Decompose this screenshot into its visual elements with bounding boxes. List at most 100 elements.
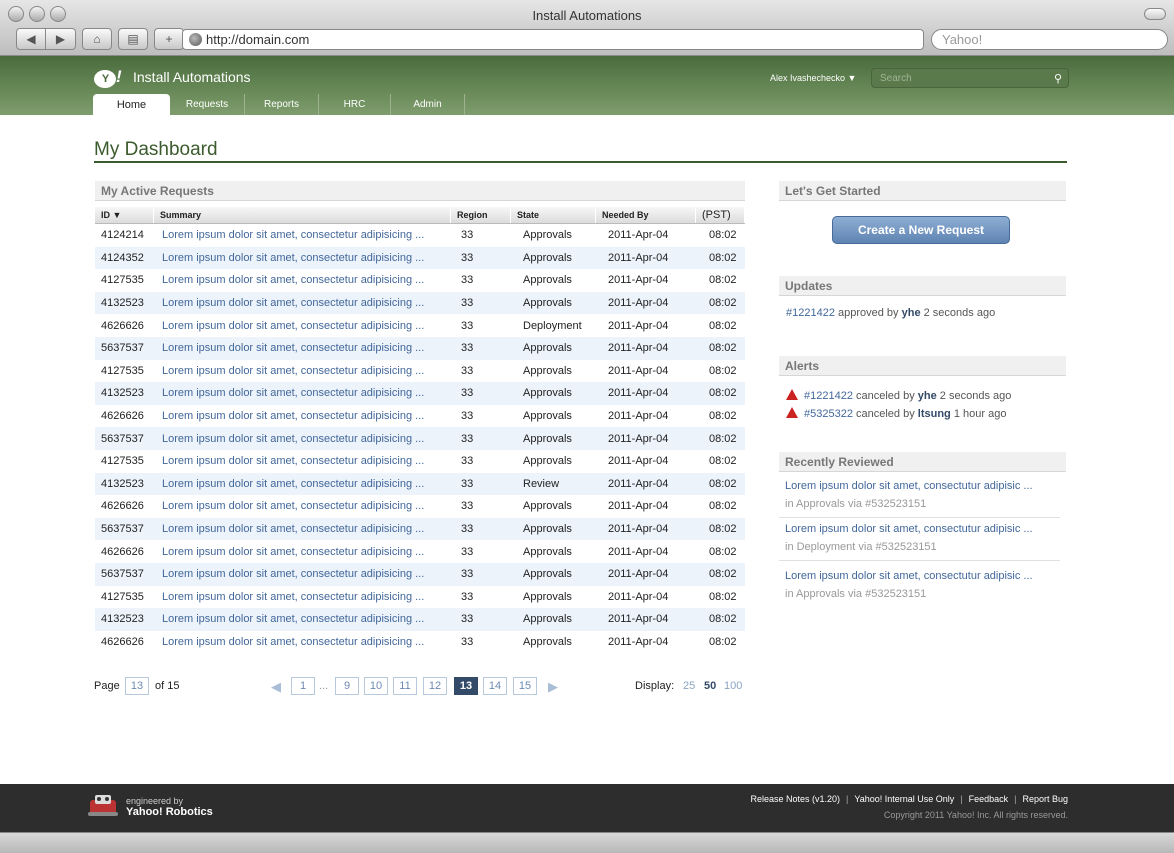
column-header-region[interactable]: Region: [451, 207, 511, 223]
column-header-pst[interactable]: (PST): [696, 207, 745, 223]
tab-requests[interactable]: Requests: [170, 94, 245, 115]
page-link-9[interactable]: 9: [335, 677, 359, 695]
table-row[interactable]: 4124214 Lorem ipsum dolor sit amet, conse…: [95, 224, 745, 247]
table-row[interactable]: 4132523 Lorem ipsum dolor sit amet, conse…: [95, 382, 745, 405]
report-bug-link[interactable]: Report Bug: [1022, 794, 1068, 804]
row-summary-link[interactable]: Lorem ipsum dolor sit amet, consectetur …: [154, 568, 451, 580]
row-summary-link[interactable]: Lorem ipsum dolor sit amet, consectetur …: [154, 546, 451, 558]
browser-search-input[interactable]: Yahoo!: [931, 29, 1168, 50]
toolbar-toggle-button[interactable]: [1144, 8, 1166, 20]
tab-home[interactable]: Home: [93, 94, 170, 115]
table-row[interactable]: 5637537 Lorem ipsum dolor sit amet, conse…: [95, 336, 745, 360]
row-summary-link[interactable]: Lorem ipsum dolor sit amet, consectetur …: [154, 478, 451, 490]
table-row[interactable]: 4626626 Lorem ipsum dolor sit amet, conse…: [95, 314, 745, 337]
row-needed-by: 2011-Apr-04: [608, 432, 669, 445]
update-user-link[interactable]: yhe: [902, 307, 921, 319]
release-notes-link[interactable]: Release Notes (v1.20): [750, 794, 840, 804]
row-summary-link[interactable]: Lorem ipsum dolor sit amet, consectetur …: [154, 523, 451, 535]
alert-user-link[interactable]: yhe: [918, 390, 937, 402]
table-row[interactable]: 4127535 Lorem ipsum dolor sit amet, conse…: [95, 360, 745, 383]
row-summary-link[interactable]: Lorem ipsum dolor sit amet, consectetur …: [154, 365, 451, 377]
display-50-link[interactable]: 50: [704, 680, 716, 692]
row-region: 33: [461, 274, 474, 287]
alert-user-link[interactable]: ltsung: [918, 408, 951, 420]
table-row[interactable]: 4127535 Lorem ipsum dolor sit amet, conse…: [95, 450, 745, 473]
yahoo-logo[interactable]: Y!: [94, 67, 122, 88]
display-25-link[interactable]: 25: [683, 680, 695, 692]
table-row[interactable]: 4626626 Lorem ipsum dolor sit amet, conse…: [95, 631, 745, 654]
user-menu[interactable]: Alex Ivashechecko ▼: [770, 73, 856, 83]
row-summary-link[interactable]: Lorem ipsum dolor sit amet, consectetur …: [154, 342, 451, 354]
add-bookmark-button[interactable]: +: [154, 28, 184, 50]
reviewed-item-link[interactable]: Lorem ipsum dolor sit amet, consectutur …: [785, 480, 1060, 492]
table-row[interactable]: 5637537 Lorem ipsum dolor sit amet, conse…: [95, 427, 745, 450]
print-button[interactable]: ▤: [118, 28, 148, 50]
column-header-id[interactable]: ID ▼: [95, 207, 154, 223]
table-row[interactable]: 4626626 Lorem ipsum dolor sit amet, conse…: [95, 495, 745, 518]
row-summary-link[interactable]: Lorem ipsum dolor sit amet, consectetur …: [154, 410, 451, 422]
reviewed-item: Lorem ipsum dolor sit amet, consectutur …: [779, 570, 1060, 604]
row-summary-link[interactable]: Lorem ipsum dolor sit amet, consectetur …: [154, 387, 451, 399]
tab-hrc[interactable]: HRC: [319, 94, 391, 115]
feedback-link[interactable]: Feedback: [969, 794, 1009, 804]
reviewed-item-link[interactable]: Lorem ipsum dolor sit amet, consectutur …: [785, 523, 1060, 535]
row-summary-link[interactable]: Lorem ipsum dolor sit amet, consectetur …: [154, 636, 451, 648]
tab-reports[interactable]: Reports: [245, 94, 319, 115]
forward-button[interactable]: ▶: [46, 28, 76, 50]
page-label: Page: [94, 680, 120, 692]
row-time: 08:02: [709, 297, 737, 310]
column-header-state[interactable]: State: [511, 207, 596, 223]
row-summary-link[interactable]: Lorem ipsum dolor sit amet, consectetur …: [154, 297, 451, 309]
column-header-needed-by[interactable]: Needed By: [596, 207, 696, 223]
row-summary-link[interactable]: Lorem ipsum dolor sit amet, consectetur …: [154, 252, 451, 264]
app-search-input[interactable]: Search ⚲: [871, 68, 1069, 88]
page-link-12[interactable]: 12: [423, 677, 447, 695]
page-number-input[interactable]: 13: [125, 677, 149, 695]
page-link-15[interactable]: 15: [513, 677, 537, 695]
row-summary-link[interactable]: Lorem ipsum dolor sit amet, consectetur …: [154, 229, 451, 241]
table-row[interactable]: 4626626 Lorem ipsum dolor sit amet, conse…: [95, 405, 745, 428]
row-needed-by: 2011-Apr-04: [608, 297, 669, 310]
page-link-1[interactable]: 1: [291, 677, 315, 695]
row-needed-by: 2011-Apr-04: [608, 568, 669, 581]
alert-request-link[interactable]: #1221422: [804, 390, 853, 402]
row-summary-link[interactable]: Lorem ipsum dolor sit amet, consectetur …: [154, 455, 451, 467]
table-row[interactable]: 4127535 Lorem ipsum dolor sit amet, conse…: [95, 269, 745, 292]
row-needed-by: 2011-Apr-04: [608, 477, 669, 490]
page-link-13-current[interactable]: 13: [454, 677, 478, 695]
row-summary-link[interactable]: Lorem ipsum dolor sit amet, consectetur …: [154, 591, 451, 603]
page-link-10[interactable]: 10: [364, 677, 388, 695]
home-button[interactable]: ⌂: [82, 28, 112, 50]
app-header: Y! Install Automations Alex Ivashechecko…: [0, 56, 1174, 115]
table-row[interactable]: 5637537 Lorem ipsum dolor sit amet, conse…: [95, 562, 745, 586]
table-row[interactable]: 4132523 Lorem ipsum dolor sit amet, conse…: [95, 291, 745, 315]
row-id: 4127535: [101, 455, 144, 468]
reviewed-item-link[interactable]: Lorem ipsum dolor sit amet, consectutur …: [785, 570, 1060, 582]
alert-request-link[interactable]: #5325322: [804, 408, 853, 420]
row-summary-link[interactable]: Lorem ipsum dolor sit amet, consectetur …: [154, 433, 451, 445]
table-row[interactable]: 4132523 Lorem ipsum dolor sit amet, conse…: [95, 608, 745, 631]
prev-page-icon[interactable]: ◀: [271, 679, 281, 695]
table-row[interactable]: 4127535 Lorem ipsum dolor sit amet, conse…: [95, 586, 745, 609]
page-link-11[interactable]: 11: [393, 677, 417, 695]
tab-admin[interactable]: Admin: [391, 94, 465, 115]
search-icon[interactable]: ⚲: [1054, 72, 1062, 85]
table-row[interactable]: 4626626 Lorem ipsum dolor sit amet, conse…: [95, 540, 745, 563]
update-request-link[interactable]: #1221422: [786, 307, 835, 319]
row-summary-link[interactable]: Lorem ipsum dolor sit amet, consectetur …: [154, 320, 451, 332]
row-summary-link[interactable]: Lorem ipsum dolor sit amet, consectetur …: [154, 613, 451, 625]
table-row[interactable]: 5637537 Lorem ipsum dolor sit amet, conse…: [95, 517, 745, 541]
create-request-button[interactable]: Create a New Request: [832, 216, 1010, 244]
back-button[interactable]: ◀: [16, 28, 46, 50]
page-link-14[interactable]: 14: [483, 677, 507, 695]
next-page-icon[interactable]: ▶: [548, 679, 558, 695]
table-row[interactable]: 4132523 Lorem ipsum dolor sit amet, conse…: [95, 472, 745, 496]
display-100-link[interactable]: 100: [724, 680, 742, 692]
row-state: Approvals: [523, 229, 572, 242]
row-region: 33: [461, 432, 474, 445]
row-summary-link[interactable]: Lorem ipsum dolor sit amet, consectetur …: [154, 500, 451, 512]
table-row[interactable]: 4124352 Lorem ipsum dolor sit amet, conse…: [95, 246, 745, 270]
column-header-summary[interactable]: Summary: [154, 207, 451, 223]
row-summary-link[interactable]: Lorem ipsum dolor sit amet, consectetur …: [154, 274, 451, 286]
address-bar[interactable]: http://domain.com: [182, 29, 924, 50]
